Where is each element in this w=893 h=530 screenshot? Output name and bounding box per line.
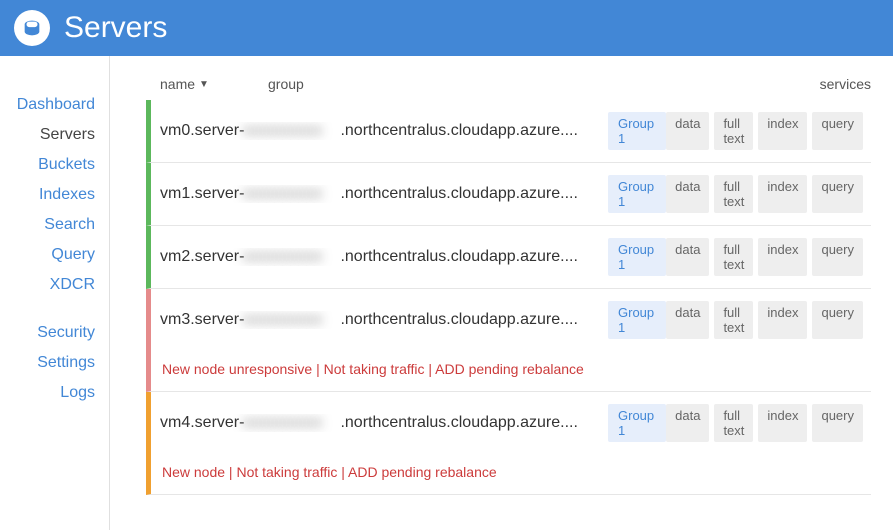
service-badge-data: data bbox=[666, 404, 709, 442]
group-badge[interactable]: Group 1 bbox=[608, 301, 666, 339]
column-header-name-label: name bbox=[160, 76, 195, 92]
service-badge-fulltext: full text bbox=[714, 175, 753, 213]
sort-caret-icon: ▼ bbox=[199, 79, 209, 90]
service-badge-query: query bbox=[812, 404, 863, 442]
service-badge-index: index bbox=[758, 238, 807, 276]
redacted-text: xxxxxxxxxx bbox=[242, 122, 342, 140]
service-badge-index: index bbox=[758, 175, 807, 213]
service-badges: datafull textindexquery bbox=[666, 404, 863, 442]
sidebar-item-logs[interactable]: Logs bbox=[0, 378, 109, 408]
service-badge-fulltext: full text bbox=[714, 404, 753, 442]
sidebar: Dashboard Servers Buckets Indexes Search… bbox=[0, 56, 110, 530]
service-badge-query: query bbox=[812, 112, 863, 150]
sidebar-item-buckets[interactable]: Buckets bbox=[0, 150, 109, 180]
sidebar-item-dashboard[interactable]: Dashboard bbox=[0, 90, 109, 120]
column-header-group[interactable]: group bbox=[268, 76, 598, 92]
main-content: name ▼ group services vm0.server-xxxxxxx… bbox=[110, 56, 893, 530]
sidebar-item-settings[interactable]: Settings bbox=[0, 348, 109, 378]
sidebar-item-security[interactable]: Security bbox=[0, 318, 109, 348]
sidebar-item-indexes[interactable]: Indexes bbox=[0, 180, 109, 210]
group-badge[interactable]: Group 1 bbox=[608, 175, 666, 213]
group-badge[interactable]: Group 1 bbox=[608, 112, 666, 150]
sidebar-item-servers[interactable]: Servers bbox=[0, 120, 109, 150]
server-row[interactable]: vm1.server-xxxxxxxxxx.northcentralus.clo… bbox=[146, 163, 871, 226]
service-badges: datafull textindexquery bbox=[666, 238, 863, 276]
server-hostname: vm3.server-xxxxxxxxxx.northcentralus.clo… bbox=[160, 311, 600, 329]
service-badge-index: index bbox=[758, 301, 807, 339]
service-badge-data: data bbox=[666, 112, 709, 150]
sidebar-item-xdcr[interactable]: XDCR bbox=[0, 270, 109, 300]
server-hostname: vm2.server-xxxxxxxxxx.northcentralus.clo… bbox=[160, 248, 600, 266]
sidebar-item-query[interactable]: Query bbox=[0, 240, 109, 270]
service-badge-index: index bbox=[758, 112, 807, 150]
group-badge[interactable]: Group 1 bbox=[608, 238, 666, 276]
service-badge-index: index bbox=[758, 404, 807, 442]
service-badge-fulltext: full text bbox=[714, 238, 753, 276]
server-row[interactable]: vm3.server-xxxxxxxxxx.northcentralus.clo… bbox=[146, 289, 871, 392]
server-row[interactable]: vm0.server-xxxxxxxxxx.northcentralus.clo… bbox=[146, 100, 871, 163]
group-badge[interactable]: Group 1 bbox=[608, 404, 666, 442]
server-hostname: vm0.server-xxxxxxxxxx.northcentralus.clo… bbox=[160, 122, 600, 140]
service-badge-query: query bbox=[812, 301, 863, 339]
service-badge-data: data bbox=[666, 238, 709, 276]
server-status-message: New node | Not taking traffic | ADD pend… bbox=[160, 454, 863, 494]
column-header-services[interactable]: services bbox=[812, 76, 871, 92]
logo-icon bbox=[14, 10, 50, 46]
redacted-text: xxxxxxxxxx bbox=[242, 185, 342, 203]
server-row[interactable]: vm4.server-xxxxxxxxxx.northcentralus.clo… bbox=[146, 392, 871, 495]
service-badge-fulltext: full text bbox=[714, 112, 753, 150]
service-badge-query: query bbox=[812, 238, 863, 276]
column-headers: name ▼ group services bbox=[146, 76, 871, 92]
service-badge-fulltext: full text bbox=[714, 301, 753, 339]
redacted-text: xxxxxxxxxx bbox=[242, 414, 342, 432]
service-badge-data: data bbox=[666, 301, 709, 339]
server-hostname: vm1.server-xxxxxxxxxx.northcentralus.clo… bbox=[160, 185, 600, 203]
sidebar-item-search[interactable]: Search bbox=[0, 210, 109, 240]
page-title: Servers bbox=[64, 11, 167, 45]
redacted-text: xxxxxxxxxx bbox=[242, 311, 342, 329]
server-hostname: vm4.server-xxxxxxxxxx.northcentralus.clo… bbox=[160, 414, 600, 432]
service-badges: datafull textindexquery bbox=[666, 175, 863, 213]
service-badge-query: query bbox=[812, 175, 863, 213]
service-badge-data: data bbox=[666, 175, 709, 213]
server-row[interactable]: vm2.server-xxxxxxxxxx.northcentralus.clo… bbox=[146, 226, 871, 289]
app-header: Servers bbox=[0, 0, 893, 56]
service-badges: datafull textindexquery bbox=[666, 112, 863, 150]
column-header-name[interactable]: name ▼ bbox=[160, 76, 268, 92]
server-status-message: New node unresponsive | Not taking traff… bbox=[160, 351, 863, 391]
redacted-text: xxxxxxxxxx bbox=[242, 248, 342, 266]
service-badges: datafull textindexquery bbox=[666, 301, 863, 339]
